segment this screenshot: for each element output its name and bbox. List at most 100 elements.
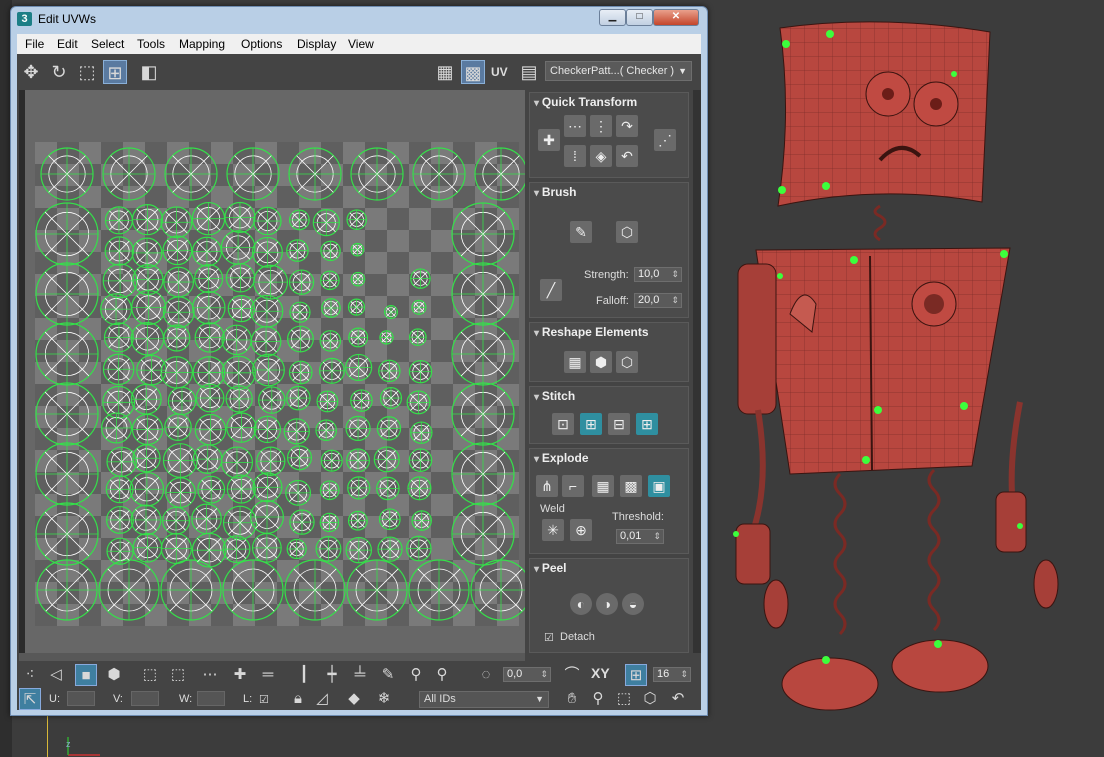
brush-title[interactable]: Brush <box>534 185 577 199</box>
stitch-average-icon[interactable]: ⊟ <box>608 413 630 435</box>
ring-shrink-icon[interactable]: ┃ <box>293 664 315 686</box>
align-vertical-icon[interactable]: ⋮ <box>590 115 612 137</box>
stitch-custom-icon[interactable]: ⊡ <box>552 413 574 435</box>
reset-peel-icon[interactable]: ◒ <box>622 593 644 615</box>
element-select-icon[interactable]: ⬢ <box>103 664 125 686</box>
minimize-button[interactable]: ▁ <box>599 9 626 26</box>
menu-mapping[interactable]: Mapping <box>179 37 225 51</box>
loop-grow-icon[interactable]: ✚ <box>229 664 251 686</box>
maximize-button[interactable]: □ <box>626 9 653 26</box>
l-checkbox[interactable]: ☑ <box>259 693 269 706</box>
falloff-curve-icon[interactable]: ⌒ <box>561 664 583 686</box>
polygon-select-icon[interactable]: ■ <box>75 664 97 686</box>
spacing-icon[interactable]: ⋰ <box>654 129 676 151</box>
threshold-spinner[interactable]: 0,01 <box>616 529 664 544</box>
paint-grow-icon[interactable]: ⚲ <box>405 664 427 686</box>
rotate-ccw-icon[interactable]: ↶ <box>616 145 638 167</box>
menu-edit[interactable]: Edit <box>57 37 78 51</box>
break-icon[interactable]: ⋔ <box>536 475 558 497</box>
paint-move-icon[interactable]: ✎ <box>570 221 592 243</box>
freeform-icon[interactable]: ⊞ <box>103 60 127 84</box>
grid-snap-icon[interactable]: ⊞ <box>625 664 647 686</box>
detach-edge-icon[interactable]: ⌐ <box>562 475 584 497</box>
panel-scrollbar[interactable] <box>693 90 701 653</box>
flatten-smooth-icon[interactable]: ▩ <box>620 475 642 497</box>
flatten-icon[interactable]: ▦ <box>592 475 614 497</box>
freeze-icon[interactable]: ◆ <box>343 688 365 710</box>
ring-grow-icon[interactable]: ┿ <box>321 664 343 686</box>
menu-file[interactable]: File <box>25 37 44 51</box>
hide-icon[interactable]: ◿ <box>311 688 333 710</box>
stitch-source-icon[interactable]: ⊞ <box>580 413 602 435</box>
stitch-title[interactable]: Stitch <box>534 389 575 403</box>
quick-peel-icon[interactable]: ◐ <box>570 593 592 615</box>
reshape-title[interactable]: Reshape Elements <box>534 325 649 339</box>
menu-view[interactable]: View <box>348 37 374 51</box>
brush-line-icon[interactable]: ╱ <box>540 279 562 301</box>
mirror-icon[interactable]: ◧ <box>137 60 161 84</box>
soft-select-icon[interactable]: ◌ <box>475 664 497 686</box>
falloff-spinner[interactable]: 20,0 <box>634 293 682 308</box>
paint-brush-icon[interactable]: ✎ <box>377 664 399 686</box>
ring-icon[interactable]: ═ <box>257 664 279 686</box>
align-center-icon[interactable]: ✚ <box>538 129 560 151</box>
lock-icon[interactable]: 🔒︎ <box>287 688 309 710</box>
snowflake-icon[interactable]: ❄ <box>373 688 395 710</box>
uv-horizontal-scrollbar[interactable] <box>19 653 525 661</box>
checker-pattern-dropdown[interactable]: CheckerPatt...( Checker ) ▼ <box>545 61 692 81</box>
zoom-region-icon[interactable]: ⬚ <box>613 688 635 710</box>
menu-display[interactable]: Display <box>297 37 336 51</box>
zoom-icon[interactable]: ⚲ <box>587 688 609 710</box>
uv-texture-icon[interactable]: ▤ <box>517 60 541 84</box>
edit-uvws-window[interactable]: 3 Edit UVWs ▁ □ ✕ File Edit Select Tools… <box>10 6 708 716</box>
flatten-material-icon[interactable]: ▣ <box>648 475 670 497</box>
uv-editor-canvas[interactable] <box>19 90 525 653</box>
robot-model[interactable] <box>720 14 1104 724</box>
uv-layout[interactable] <box>19 90 525 653</box>
loop-icon[interactable]: ⋯ <box>199 664 221 686</box>
distribute-icon[interactable]: ◈ <box>590 145 612 167</box>
rotate-icon[interactable]: ↻ <box>47 60 71 84</box>
peel-title[interactable]: Peel <box>534 561 567 575</box>
space-icon[interactable]: ⁞ <box>564 145 586 167</box>
undo-icon[interactable]: ↶ <box>667 688 689 710</box>
straighten-icon[interactable]: ▦ <box>564 351 586 373</box>
ids-dropdown[interactable]: All IDs ▼ <box>419 691 549 708</box>
checker-icon[interactable]: ▩ <box>461 60 485 84</box>
edge-select-icon[interactable]: ◁ <box>45 664 67 686</box>
xy-label[interactable]: XY <box>591 665 610 681</box>
vertex-select-icon[interactable]: ⁖ <box>19 664 41 686</box>
detach-checkbox[interactable]: ☑ <box>544 631 554 644</box>
weld-target-icon[interactable]: ⊕ <box>570 519 592 541</box>
scale-icon[interactable]: ⬚ <box>75 60 99 84</box>
paint-shrink-icon[interactable]: ⚲ <box>431 664 453 686</box>
weld-selected-icon[interactable]: ✳ <box>542 519 564 541</box>
quick-transform-title[interactable]: Quick Transform <box>534 95 637 109</box>
title-bar[interactable]: 3 Edit UVWs ▁ □ ✕ <box>11 7 707 31</box>
move-icon[interactable]: ✥ <box>19 60 43 84</box>
relax-icon[interactable]: ⬢ <box>590 351 612 373</box>
align-horizontal-icon[interactable]: ⋯ <box>564 115 586 137</box>
v-field[interactable] <box>131 691 159 706</box>
zoom-extents-icon[interactable]: ⬡ <box>639 688 661 710</box>
stitch-target-icon[interactable]: ⊞ <box>636 413 658 435</box>
close-button[interactable]: ✕ <box>653 9 699 26</box>
checker-toggle-icon[interactable]: ▦ <box>433 60 457 84</box>
grid-spinner[interactable]: 16 <box>653 667 691 682</box>
pan-icon[interactable]: ✋︎ <box>561 688 583 710</box>
paint-select-icon[interactable]: ╧ <box>349 664 371 686</box>
u-field[interactable] <box>67 691 95 706</box>
absolute-mode-icon[interactable]: ⇱ <box>19 688 41 710</box>
uv-label[interactable]: UV <box>491 65 508 79</box>
box-icon[interactable]: ⬡ <box>616 351 638 373</box>
rotate-spinner[interactable]: 0,0 <box>503 667 551 682</box>
uv-vertical-scrollbar[interactable] <box>19 90 25 653</box>
menu-tools[interactable]: Tools <box>137 37 165 51</box>
peel-mode-icon[interactable]: ◑ <box>596 593 618 615</box>
shrink-select-icon[interactable]: ⬚ <box>167 664 189 686</box>
grow-select-icon[interactable]: ⬚ <box>139 664 161 686</box>
relax-brush-icon[interactable]: ⬡ <box>616 221 638 243</box>
menu-options[interactable]: Options <box>241 37 282 51</box>
rotate-cw-icon[interactable]: ↷ <box>616 115 638 137</box>
w-field[interactable] <box>197 691 225 706</box>
